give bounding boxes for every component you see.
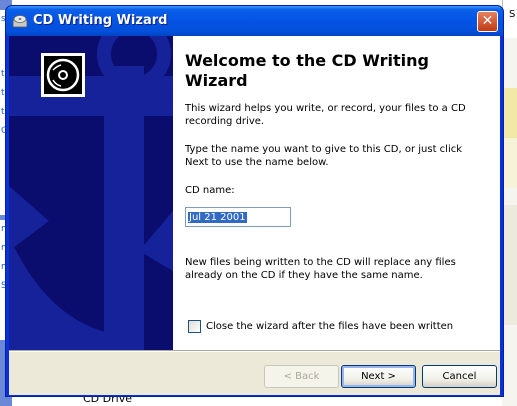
wizard-side-panel [9, 36, 173, 350]
cd-drive-icon [12, 13, 28, 29]
cd-writing-wizard-window: CD Writing Wizard ✕ Welcome to the CD Wr… [5, 5, 504, 397]
anchor-artwork [9, 36, 173, 350]
back-button[interactable]: < Back [264, 365, 339, 388]
cd-name-value: Jul 21 2001 [188, 212, 247, 223]
close-icon: ✕ [481, 13, 494, 29]
bg-right-panel-2 [502, 138, 517, 188]
wizard-heading: Welcome to the CD Writing Wizard [185, 51, 429, 90]
button-separator [9, 350, 500, 352]
bg-right-text: S [502, 0, 517, 38]
window-title: CD Writing Wizard [33, 13, 168, 28]
cancel-button[interactable]: Cancel [422, 365, 497, 388]
cd-name-input[interactable]: Jul 21 2001 [185, 207, 291, 227]
wizard-content: Welcome to the CD Writing Wizard This wi… [173, 36, 500, 350]
cd-name-label: CD name: [185, 185, 235, 196]
close-after-label[interactable]: Close the wizard after the files have be… [206, 320, 453, 333]
next-button[interactable]: Next > [341, 365, 416, 388]
close-after-checkbox[interactable] [188, 320, 201, 333]
close-button[interactable]: ✕ [477, 11, 498, 32]
wizard-body: Welcome to the CD Writing Wizard This wi… [9, 36, 500, 395]
instruction-text: Type the name you want to give to this C… [185, 144, 463, 168]
bg-right-panel-1 [502, 88, 517, 138]
title-bar[interactable]: CD Writing Wizard ✕ [6, 6, 503, 36]
replace-notice-text: New files being written to the CD will r… [185, 257, 456, 281]
background-explorer-right: S [502, 0, 517, 406]
bg-right-panel-3 [502, 205, 517, 325]
intro-text: This wizard helps you write, or record, … [185, 103, 466, 127]
